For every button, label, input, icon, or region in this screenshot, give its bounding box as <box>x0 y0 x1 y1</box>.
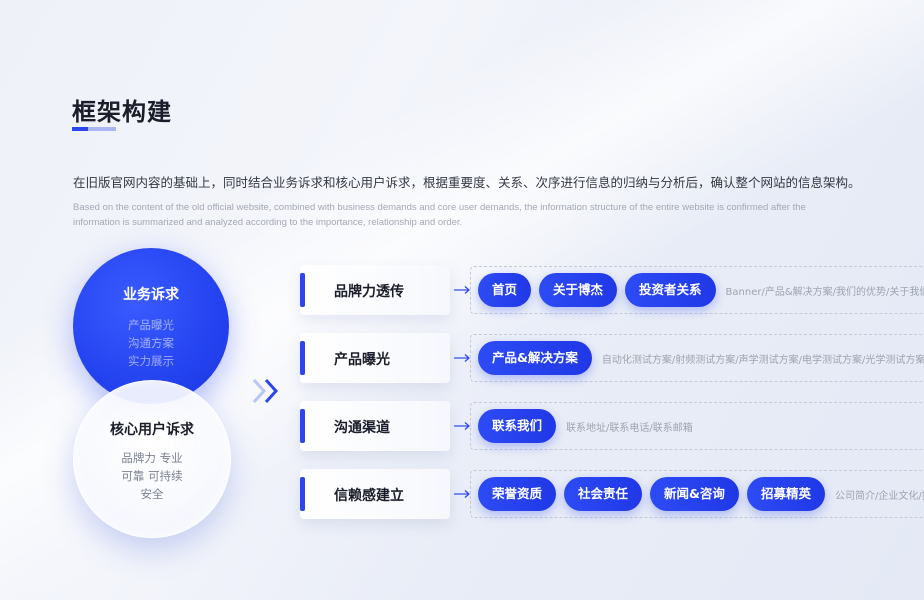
page-title: 框架构建 <box>72 98 172 126</box>
description-en: Based on the content of the old official… <box>73 202 806 228</box>
row-pills: 产品&解决方案 自动化测试方案/射频测试方案/声学测试方案/电学测试方案/光学测… <box>478 341 924 375</box>
row-subtext: 自动化测试方案/射频测试方案/声学测试方案/电学测试方案/光学测试方案/视 <box>601 354 924 366</box>
row-accent <box>300 477 305 511</box>
row-card-contact: 沟通渠道 <box>300 401 450 451</box>
row-pills: 首页 关于博杰 投资者关系 Banner/产品&解决方案/我们的优势/关于我们/… <box>478 273 924 307</box>
row-card-brand: 品牌力透传 <box>300 265 450 315</box>
row-accent <box>300 341 305 375</box>
nav-pill-products[interactable]: 产品&解决方案 <box>478 341 592 375</box>
business-demand-item: 实力展示 <box>128 354 174 368</box>
nav-pill-home[interactable]: 首页 <box>478 273 532 307</box>
arrow-right-icon <box>454 354 470 362</box>
row-subtext: 联系地址/联系电话/联系邮箱 <box>566 422 693 434</box>
double-chevron-right-icon <box>252 378 279 404</box>
user-demand-title: 核心用户诉求 <box>110 422 194 438</box>
nav-pill-honors[interactable]: 荣誉资质 <box>478 477 557 511</box>
user-demand-circle: 核心用户诉求 品牌力 专业 可靠 可持续 安全 <box>73 380 231 538</box>
user-demand-item: 可靠 可持续 <box>121 469 183 483</box>
arrow-right-icon <box>454 422 470 430</box>
business-demand-item: 沟通方案 <box>128 336 174 350</box>
nav-pill-csr[interactable]: 社会责任 <box>564 477 643 511</box>
row-pills: 联系我们 联系地址/联系电话/联系邮箱 <box>478 409 693 443</box>
arrow-right-icon <box>454 490 470 498</box>
row-accent <box>300 273 305 307</box>
row-card-product: 产品曝光 <box>300 333 450 383</box>
nav-pill-contact[interactable]: 联系我们 <box>478 409 557 443</box>
user-demand-items: 品牌力 专业 可靠 可持续 安全 <box>74 449 230 503</box>
description-cn: 在旧版官网内容的基础上，同时结合业务诉求和核心用户诉求，根据重要度、关系、次序进… <box>73 175 861 190</box>
row-pills: 荣誉资质 社会责任 新闻&咨询 招募精英 公司简介/企业文化/技术 <box>478 477 924 511</box>
nav-pill-careers[interactable]: 招募精英 <box>746 477 825 511</box>
row-accent <box>300 409 305 443</box>
user-demand-item: 品牌力 专业 <box>121 451 183 465</box>
row-card-trust: 信赖感建立 <box>300 469 450 519</box>
user-demand-item: 安全 <box>140 487 164 501</box>
title-underline <box>72 127 116 131</box>
business-demand-title: 业务诉求 <box>123 287 179 303</box>
row-subtext: 公司简介/企业文化/技术 <box>834 490 924 502</box>
row-title: 产品曝光 <box>334 352 390 368</box>
row-subtext: Banner/产品&解决方案/我们的优势/关于我们/投 <box>725 286 924 298</box>
nav-pill-news[interactable]: 新闻&咨询 <box>650 477 739 511</box>
row-title: 品牌力透传 <box>334 284 404 300</box>
nav-pill-investors[interactable]: 投资者关系 <box>625 273 716 307</box>
row-title: 沟通渠道 <box>334 420 390 436</box>
business-demand-item: 产品曝光 <box>128 318 174 332</box>
nav-pill-about[interactable]: 关于博杰 <box>539 273 618 307</box>
arrow-right-icon <box>454 286 470 294</box>
row-title: 信赖感建立 <box>334 488 404 504</box>
business-demand-items: 产品曝光 沟通方案 实力展示 <box>73 316 229 370</box>
